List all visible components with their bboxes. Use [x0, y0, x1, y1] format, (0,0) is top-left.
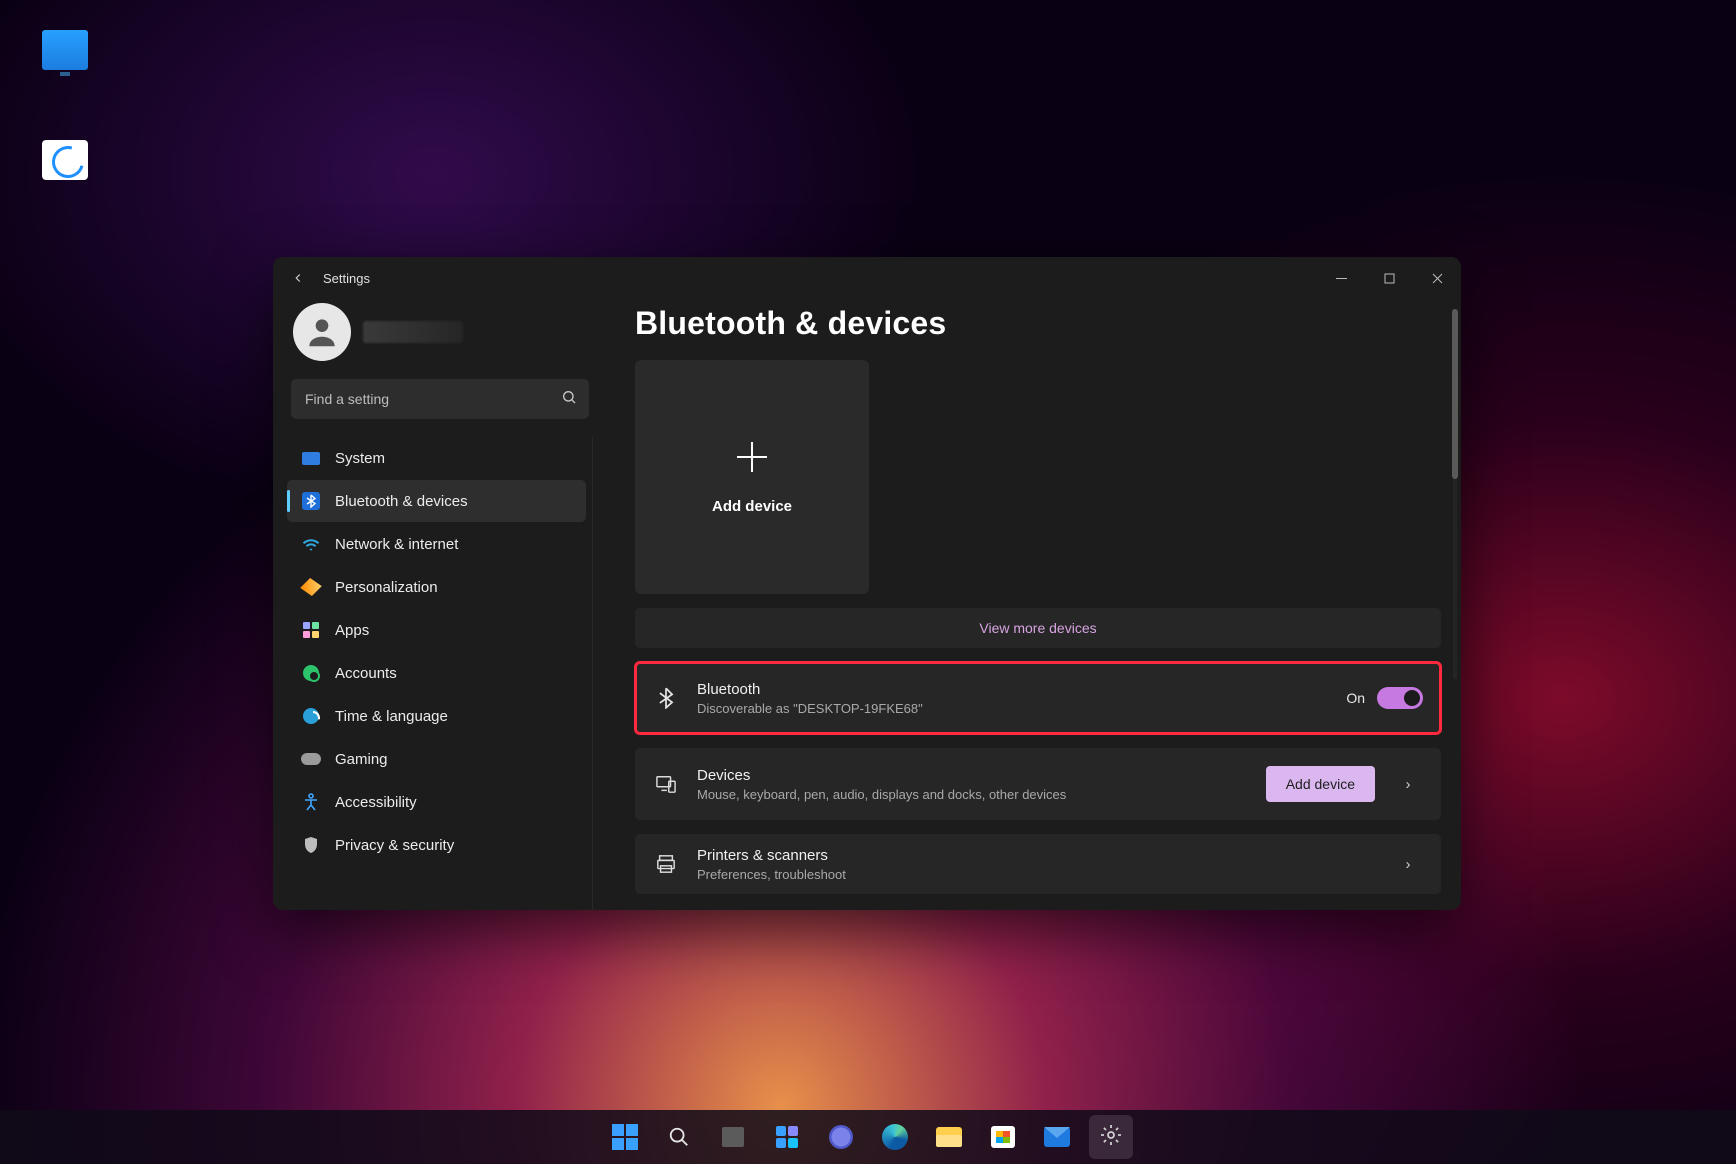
nav-label: Network & internet	[335, 536, 458, 553]
edge[interactable]	[873, 1115, 917, 1159]
bluetooth-row[interactable]: Bluetooth Discoverable as "DESKTOP-19FKE…	[635, 662, 1441, 734]
nav-label: Privacy & security	[335, 837, 454, 854]
view-more-devices[interactable]: View more devices	[635, 608, 1441, 648]
mail[interactable]	[1035, 1115, 1079, 1159]
nav-network[interactable]: Network & internet	[287, 523, 586, 565]
add-device-button[interactable]: Add device	[1266, 766, 1375, 802]
profile-block[interactable]	[287, 299, 593, 379]
nav-label: Accounts	[335, 665, 397, 682]
store-icon	[991, 1126, 1015, 1148]
chevron-right-icon[interactable]: ›	[1393, 776, 1423, 793]
nav-label: System	[335, 450, 385, 467]
devices-title: Devices	[697, 767, 1066, 785]
search-icon	[668, 1126, 690, 1148]
taskview-icon	[722, 1127, 744, 1147]
nav-accounts[interactable]: Accounts	[287, 652, 586, 694]
printers-subtitle: Preferences, troubleshoot	[697, 867, 846, 882]
brush-icon	[300, 578, 322, 596]
printers-title: Printers & scanners	[697, 847, 846, 865]
system-icon	[302, 452, 320, 465]
back-button[interactable]	[283, 263, 313, 293]
search-input[interactable]	[291, 379, 589, 419]
nav-label: Bluetooth & devices	[335, 493, 468, 510]
sidebar: System Bluetooth & devices Network & int…	[273, 299, 603, 910]
plus-icon	[734, 439, 770, 480]
desktop[interactable]: Settings	[0, 0, 1736, 1164]
taskbar-search[interactable]	[657, 1115, 701, 1159]
bluetooth-subtitle: Discoverable as "DESKTOP-19FKE68"	[697, 701, 923, 716]
printer-icon	[653, 854, 679, 874]
nav-privacy[interactable]: Privacy & security	[287, 824, 586, 866]
taskbar	[0, 1110, 1736, 1164]
wifi-icon	[301, 534, 321, 554]
close-button[interactable]	[1413, 257, 1461, 299]
devices-row[interactable]: Devices Mouse, keyboard, pen, audio, dis…	[635, 748, 1441, 820]
bluetooth-title: Bluetooth	[697, 681, 923, 699]
add-device-tile[interactable]: Add device	[635, 360, 869, 594]
avatar	[293, 303, 351, 361]
nav-personalization[interactable]: Personalization	[287, 566, 586, 608]
main-content: Bluetooth & devices Add device View more…	[603, 299, 1461, 910]
nav-label: Gaming	[335, 751, 388, 768]
profile-name-redacted	[363, 321, 463, 343]
gear-icon	[1099, 1123, 1123, 1152]
nav: System Bluetooth & devices Network & int…	[287, 437, 593, 910]
edge-icon	[882, 1124, 908, 1150]
account-icon	[303, 665, 319, 681]
nav-system[interactable]: System	[287, 437, 586, 479]
bluetooth-icon	[653, 687, 679, 709]
chat[interactable]	[819, 1115, 863, 1159]
minimize-button[interactable]	[1317, 257, 1365, 299]
window-title: Settings	[323, 271, 370, 286]
nav-label: Time & language	[335, 708, 448, 725]
bluetooth-toggle[interactable]	[1377, 687, 1423, 709]
settings-taskbar[interactable]	[1089, 1115, 1133, 1159]
accessibility-icon	[301, 792, 321, 812]
recycle-bin-icon	[42, 140, 88, 180]
apps-icon	[303, 622, 319, 638]
start-button[interactable]	[603, 1115, 647, 1159]
nav-time-language[interactable]: Time & language	[287, 695, 586, 737]
nav-accessibility[interactable]: Accessibility	[287, 781, 586, 823]
devices-icon	[653, 774, 679, 794]
widgets[interactable]	[765, 1115, 809, 1159]
mail-icon	[1044, 1127, 1070, 1147]
folder-icon	[936, 1127, 962, 1147]
store[interactable]	[981, 1115, 1025, 1159]
widgets-icon	[776, 1126, 798, 1148]
task-view[interactable]	[711, 1115, 755, 1159]
nav-label: Personalization	[335, 579, 438, 596]
chat-icon	[829, 1125, 853, 1149]
add-device-label: Add device	[712, 498, 792, 515]
search-icon	[561, 389, 577, 410]
file-explorer[interactable]	[927, 1115, 971, 1159]
maximize-button[interactable]	[1365, 257, 1413, 299]
desktop-icon-this-pc[interactable]	[20, 30, 110, 74]
bluetooth-state: On	[1346, 690, 1365, 706]
printers-row[interactable]: Printers & scanners Preferences, trouble…	[635, 834, 1441, 894]
windows-icon	[612, 1124, 638, 1150]
gamepad-icon	[301, 753, 321, 765]
settings-window: Settings	[273, 257, 1461, 910]
desktop-icon-recycle-bin[interactable]	[20, 140, 110, 184]
nav-bluetooth-devices[interactable]: Bluetooth & devices	[287, 480, 586, 522]
nav-apps[interactable]: Apps	[287, 609, 586, 651]
shield-icon	[301, 835, 321, 855]
devices-subtitle: Mouse, keyboard, pen, audio, displays an…	[697, 787, 1066, 802]
nav-gaming[interactable]: Gaming	[287, 738, 586, 780]
page-title: Bluetooth & devices	[635, 305, 1441, 342]
view-more-label: View more devices	[979, 620, 1096, 636]
chevron-right-icon[interactable]: ›	[1393, 856, 1423, 873]
globe-icon	[303, 708, 319, 724]
monitor-icon	[42, 30, 88, 70]
nav-label: Accessibility	[335, 794, 417, 811]
scrollbar-thumb[interactable]	[1452, 309, 1458, 479]
titlebar[interactable]: Settings	[273, 257, 1461, 299]
bluetooth-icon	[302, 492, 320, 510]
nav-label: Apps	[335, 622, 369, 639]
